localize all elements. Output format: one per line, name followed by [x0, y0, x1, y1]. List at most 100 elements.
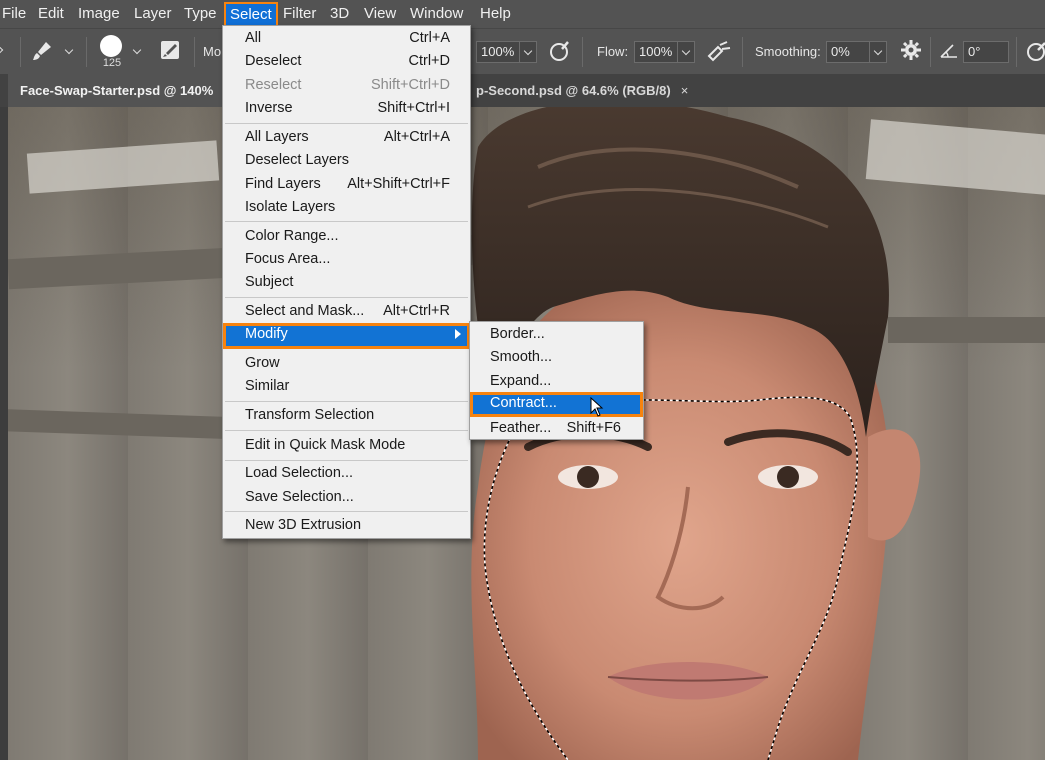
menu-item-label: All	[245, 30, 262, 46]
tab-face-swap-starter[interactable]: Face-Swap-Starter.psd @ 140%	[8, 74, 230, 107]
menu-item-new-3d-extrusion[interactable]: New 3D Extrusion	[223, 514, 470, 536]
smoothing-label: Smoothing:	[755, 44, 821, 59]
menu-item-label: All Layers	[245, 129, 309, 145]
menu-item-reselect: Reselect Shift+Ctrl+D	[223, 74, 470, 96]
document-tab-bar: Face-Swap-Starter.psd @ 140% p-Second.ps…	[0, 74, 1045, 107]
angle-icon	[937, 39, 961, 63]
close-icon[interactable]: ×	[681, 83, 689, 98]
smoothing-dropdown[interactable]	[869, 41, 887, 63]
menu-item-label: Deselect	[245, 53, 302, 69]
shortcut-label: Ctrl+D	[408, 53, 451, 69]
menu-3d[interactable]: 3D	[328, 4, 351, 26]
menu-view[interactable]: View	[362, 4, 398, 26]
menu-item-label: Edit in Quick Mask Mode	[245, 437, 406, 453]
brush-size-value: 125	[102, 57, 122, 69]
menu-divider	[225, 221, 468, 222]
menu-item-deselect[interactable]: Deselect Ctrl+D	[223, 50, 470, 72]
submenu-item-border[interactable]: Border...	[470, 323, 643, 346]
tab-label: Face-Swap-Starter.psd @ 140%	[20, 83, 214, 98]
menu-item-isolate-layers[interactable]: Isolate Layers	[223, 196, 470, 218]
menu-item-transform-selection[interactable]: Transform Selection	[223, 404, 470, 426]
menu-item-label: Isolate Layers	[245, 199, 336, 215]
tab-second-document[interactable]: p-Second.psd @ 64.6% (RGB/8) ×	[468, 74, 708, 107]
menu-bar: File Edit Image Layer Type Select Filter…	[0, 0, 1045, 28]
menu-item-deselect-layers[interactable]: Deselect Layers	[223, 149, 470, 171]
submenu-item-expand[interactable]: Expand...	[470, 370, 643, 393]
divider	[20, 37, 21, 67]
shortcut-label: Shift+Ctrl+D	[371, 77, 450, 93]
menu-item-label: Expand...	[490, 373, 552, 389]
divider	[930, 37, 931, 67]
menu-divider	[225, 460, 468, 461]
tool-preset-chevron-icon[interactable]	[0, 45, 4, 55]
gear-icon[interactable]	[899, 39, 923, 63]
brush-icon[interactable]	[30, 39, 54, 63]
shortcut-label: Alt+Shift+Ctrl+F	[347, 176, 450, 192]
submenu-item-contract[interactable]: Contract...	[470, 392, 643, 417]
pressure-size-icon[interactable]	[1024, 39, 1045, 63]
mouse-cursor-icon	[590, 397, 604, 417]
menu-item-label: Contract...	[490, 395, 557, 411]
menu-item-label: Grow	[245, 355, 280, 371]
menu-type[interactable]: Type	[182, 4, 219, 26]
menu-edit[interactable]: Edit	[36, 4, 66, 26]
menu-item-subject[interactable]: Subject	[223, 271, 470, 293]
menu-window[interactable]: Window	[408, 4, 465, 26]
opacity-dropdown[interactable]	[519, 41, 537, 63]
shortcut-label: Shift+Ctrl+I	[377, 100, 450, 116]
modify-submenu: Border... Smooth... Expand... Contract..…	[469, 321, 644, 440]
menu-item-select-and-mask[interactable]: Select and Mask... Alt+Ctrl+R	[223, 300, 470, 322]
menu-item-label: Inverse	[245, 100, 293, 116]
menu-item-all[interactable]: All Ctrl+A	[223, 27, 470, 49]
flow-input[interactable]: 100%	[634, 41, 678, 63]
menu-item-label: Find Layers	[245, 176, 321, 192]
menu-item-label: Focus Area...	[245, 251, 331, 267]
menu-item-modify[interactable]: Modify	[223, 323, 470, 349]
menu-divider	[225, 430, 468, 431]
airbrush-icon[interactable]	[706, 39, 731, 63]
brush-preview-icon[interactable]	[100, 35, 122, 57]
menu-layer[interactable]: Layer	[132, 4, 174, 26]
submenu-item-feather[interactable]: Feather... Shift+F6	[470, 417, 643, 440]
smoothing-input[interactable]: 0%	[826, 41, 870, 63]
shortcut-label: Alt+Ctrl+A	[383, 129, 450, 145]
menu-item-label: Transform Selection	[245, 407, 375, 423]
menu-filter[interactable]: Filter	[281, 4, 318, 26]
select-menu-dropdown: All Ctrl+A Deselect Ctrl+D Reselect Shift+C…	[222, 25, 471, 539]
options-bar: 125 Mo 100% Flow: 100% Smoothing: 0% 0°	[0, 28, 1045, 74]
brush-settings-icon[interactable]	[158, 39, 182, 63]
menu-item-find-layers[interactable]: Find Layers Alt+Shift+Ctrl+F	[223, 173, 470, 195]
menu-item-similar[interactable]: Similar	[223, 375, 470, 397]
menu-image[interactable]: Image	[76, 4, 122, 26]
menu-item-focus-area[interactable]: Focus Area...	[223, 248, 470, 270]
menu-item-label: Border...	[490, 326, 545, 342]
menu-item-label: Subject	[245, 274, 294, 290]
angle-input[interactable]: 0°	[963, 41, 1009, 63]
shortcut-label: Ctrl+A	[409, 30, 450, 46]
menu-item-label: Select and Mask...	[245, 303, 365, 319]
menu-item-inverse[interactable]: Inverse Shift+Ctrl+I	[223, 97, 470, 119]
opacity-input[interactable]: 100%	[476, 41, 520, 63]
menu-help[interactable]: Help	[478, 4, 513, 26]
menu-item-all-layers[interactable]: All Layers Alt+Ctrl+A	[223, 126, 470, 148]
menu-item-quick-mask[interactable]: Edit in Quick Mask Mode	[223, 434, 470, 456]
divider	[86, 37, 87, 67]
menu-item-load-selection[interactable]: Load Selection...	[223, 462, 470, 484]
chevron-down-icon[interactable]	[64, 45, 74, 55]
menu-select[interactable]: Select	[224, 2, 278, 27]
chevron-down-icon[interactable]	[132, 45, 142, 55]
menu-item-grow[interactable]: Grow	[223, 352, 470, 374]
pressure-opacity-icon[interactable]	[548, 39, 572, 63]
menu-item-label: Smooth...	[490, 349, 553, 365]
menu-item-label: Feather...	[490, 420, 552, 436]
menu-item-color-range[interactable]: Color Range...	[223, 225, 470, 247]
divider	[1016, 37, 1017, 67]
menu-item-label: Reselect	[245, 77, 302, 93]
submenu-item-smooth[interactable]: Smooth...	[470, 346, 643, 369]
mode-label: Mo	[203, 44, 222, 59]
menu-item-save-selection[interactable]: Save Selection...	[223, 486, 470, 508]
flow-dropdown[interactable]	[677, 41, 695, 63]
menu-item-label: Similar	[245, 378, 290, 394]
menu-file[interactable]: File	[0, 4, 28, 26]
divider	[194, 37, 195, 67]
